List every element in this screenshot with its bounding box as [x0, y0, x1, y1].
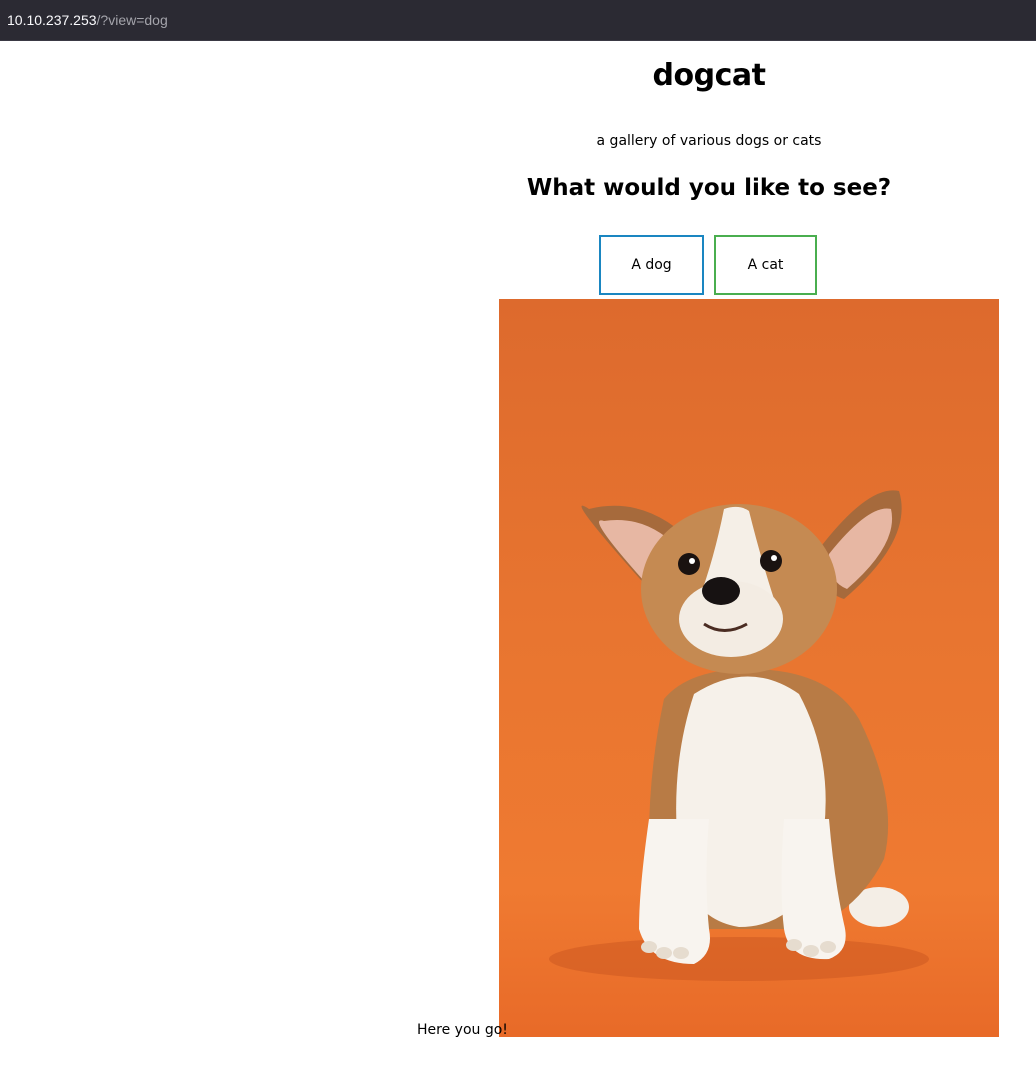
image-caption: Here you go! [417, 1022, 508, 1038]
dog-image [499, 299, 999, 1037]
url-text[interactable]: 10.10.237.253/?view=dog [7, 12, 168, 28]
url-host: 10.10.237.253 [7, 12, 97, 28]
browser-address-bar[interactable]: 10.10.237.253/?view=dog [0, 0, 1036, 41]
url-path: /?view=dog [96, 12, 168, 28]
corgi-puppy-illustration [549, 490, 929, 981]
dog-button[interactable]: A dog [599, 235, 704, 295]
cat-button[interactable]: A cat [714, 235, 817, 295]
choice-prompt: What would you like to see? [526, 175, 892, 201]
page-subtitle: a gallery of various dogs or cats [596, 133, 822, 149]
page-title: dogcat [652, 58, 766, 93]
